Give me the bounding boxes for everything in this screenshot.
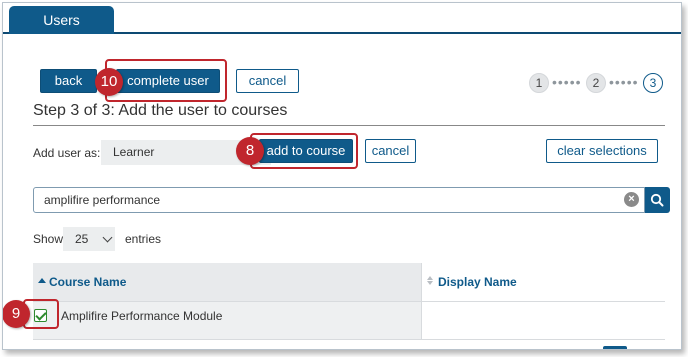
course-name-cell: Amplifire Performance Module <box>61 309 223 323</box>
tab-users[interactable]: Users <box>9 6 114 34</box>
complete-user-button[interactable]: complete user <box>116 69 220 93</box>
column-header-display-name[interactable]: Display Name <box>421 263 665 301</box>
step-1: 1 <box>529 73 549 93</box>
sort-icon <box>427 276 433 285</box>
column-header-course-name[interactable]: Course Name <box>33 263 421 301</box>
clear-icon[interactable]: × <box>624 192 639 207</box>
add-user-label: Add user as: <box>33 146 101 160</box>
callout-badge-8: 8 <box>236 137 264 165</box>
cancel-add-button[interactable]: cancel <box>365 139 416 163</box>
table-cell-display-name <box>421 301 665 339</box>
sort-ascending-icon <box>38 278 46 283</box>
search-icon <box>650 193 664 207</box>
show-label: Show <box>33 232 64 246</box>
back-button[interactable]: back <box>40 69 97 93</box>
checkbox-checked-icon[interactable] <box>34 309 47 322</box>
users-panel: Users back complete user 10 cancel 1 •••… <box>2 2 682 350</box>
tab-bar: Users <box>3 3 681 34</box>
search-button[interactable] <box>645 187 670 213</box>
step-2: 2 <box>586 73 606 93</box>
step-connector-1: ••••• <box>552 74 582 90</box>
table-bottom-border <box>33 339 665 340</box>
cancel-button[interactable]: cancel <box>236 69 299 93</box>
step-connector-2: ••••• <box>609 74 639 90</box>
step-3: 3 <box>643 73 663 93</box>
entries-label: entries <box>125 232 162 246</box>
callout-badge-10: 10 <box>95 68 123 96</box>
add-to-course-button[interactable]: add to course <box>259 139 353 163</box>
callout-badge-9: 9 <box>3 300 30 328</box>
search-input[interactable]: amplifire performance <box>33 187 645 213</box>
heading-divider <box>33 125 665 126</box>
clear-selections-button[interactable]: clear selections <box>546 139 658 163</box>
pagination-stub <box>603 346 627 349</box>
page-heading: Step 3 of 3: Add the user to courses <box>33 102 288 119</box>
